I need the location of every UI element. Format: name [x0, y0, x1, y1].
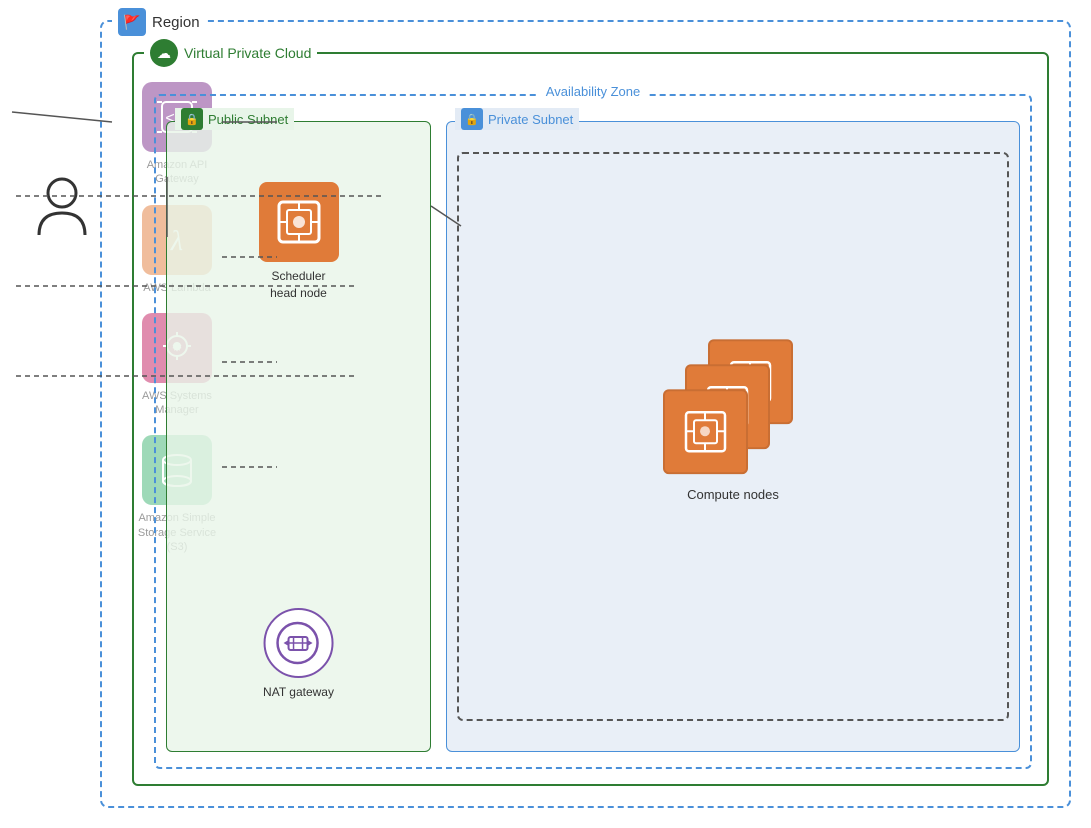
- vpc-cloud-icon: ☁: [150, 39, 178, 67]
- public-lock-icon: 🔒: [181, 108, 203, 130]
- region-label: 🚩 Region: [112, 8, 206, 36]
- region-flag-icon: 🚩: [118, 8, 146, 36]
- vpc-label: ☁ Virtual Private Cloud: [144, 39, 317, 67]
- scheduler-icon: [259, 182, 339, 262]
- compute-nodes-container: Compute nodes: [663, 339, 803, 502]
- nat-gateway: NAT gateway: [263, 608, 334, 701]
- private-lock-icon: 🔒: [461, 108, 483, 130]
- scheduler-node: Schedulerhead node: [259, 182, 339, 302]
- private-subnet-label: 🔒 Private Subnet: [455, 108, 579, 130]
- compute-node-3: [663, 389, 748, 474]
- nat-label: NAT gateway: [263, 684, 334, 701]
- private-subnet-text: Private Subnet: [488, 112, 573, 127]
- nat-icon: [263, 608, 333, 678]
- private-subnet: 🔒 Private Subnet: [446, 121, 1020, 752]
- compute-nodes-label: Compute nodes: [663, 487, 803, 502]
- vpc-text: Virtual Private Cloud: [184, 45, 311, 61]
- user-icon: [35, 175, 90, 245]
- diagram-container: 🚩 Region </> Amazon API Gateway: [20, 20, 1071, 808]
- public-subnet-label: 🔒 Public Subnet: [175, 108, 294, 130]
- compute-stack: [663, 339, 803, 479]
- public-subnet: 🔒 Public Subnet: [166, 121, 431, 752]
- region-text: Region: [152, 14, 200, 31]
- region-box: 🚩 Region </> Amazon API Gateway: [100, 20, 1071, 808]
- az-label: Availability Zone: [538, 84, 648, 99]
- public-subnet-text: Public Subnet: [208, 112, 288, 127]
- vpc-box: ☁ Virtual Private Cloud Availability Zon…: [132, 52, 1049, 786]
- scheduler-label: Schedulerhead node: [270, 268, 327, 302]
- az-box: Availability Zone 🔒 Public Subnet: [154, 94, 1032, 769]
